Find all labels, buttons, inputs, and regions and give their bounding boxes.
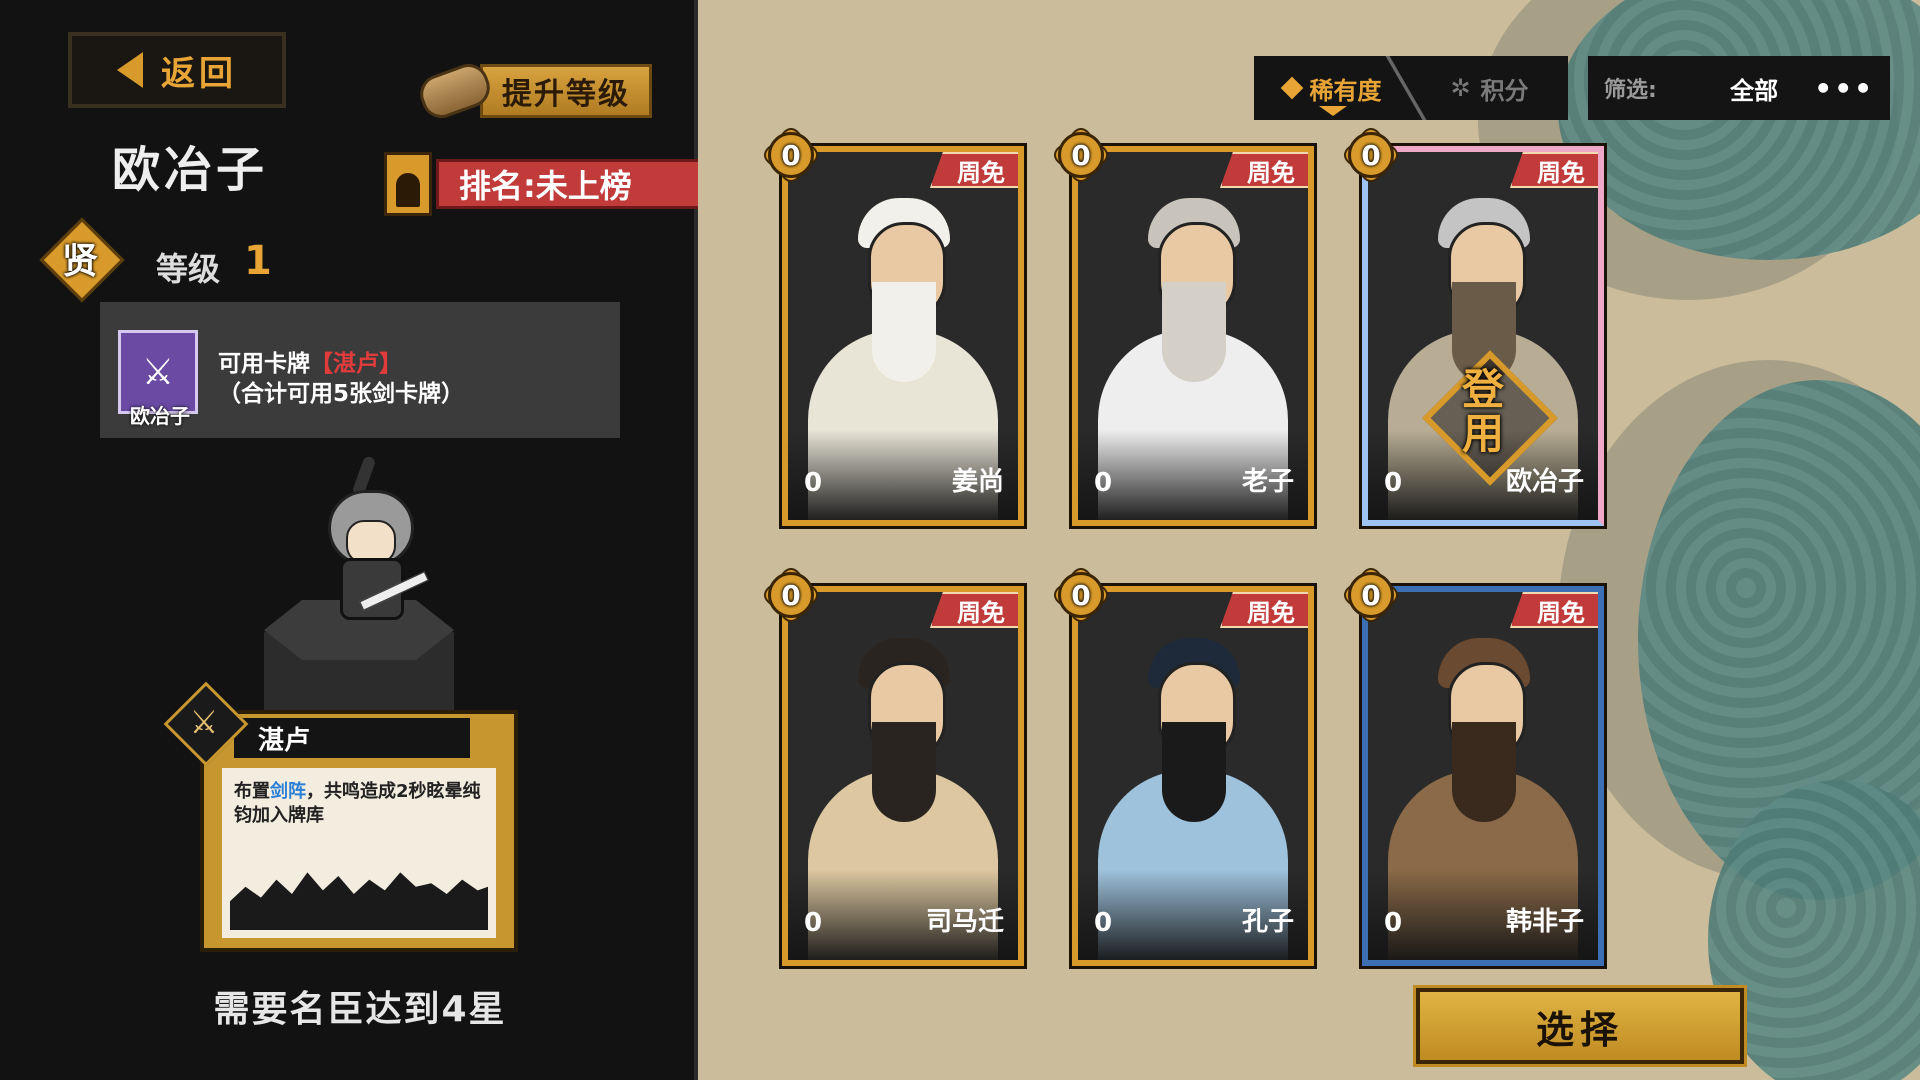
requirement-text: 需要名臣达到4星 (213, 989, 507, 1030)
card-count: 0 (1384, 468, 1403, 498)
back-label: 返回 (161, 53, 237, 94)
hero-card[interactable]: 周免 0 欧冶子 登用 (1359, 143, 1607, 529)
skill-title: 湛卢 (234, 718, 470, 758)
skill-desc-highlight: 剑阵 (270, 781, 306, 802)
card-info-line2: （合计可用5张剑卡牌） (218, 381, 465, 407)
tier-label: 贤 (61, 241, 98, 282)
skill-card: 湛卢 布置剑阵，共鸣造成2秒眩晕纯钧加入牌库 (200, 710, 518, 952)
card-info-line1: 可用卡牌【湛卢】 (218, 344, 402, 378)
tab-points[interactable]: ✲ 积分 (1411, 56, 1568, 120)
star-level-value: 0 (1071, 578, 1091, 612)
hero-name: 欧冶子 (111, 142, 268, 198)
sword-array-illustration (230, 872, 488, 930)
back-button[interactable]: 返回 (68, 32, 286, 108)
tab-points-label: 积分 (1480, 76, 1529, 105)
rank-badge: 排名:未上榜 (384, 152, 706, 216)
diamond-icon (1280, 76, 1303, 100)
hero-detail-panel: 返回 提升等级 欧冶子 排名:未上榜 贤 等级 1 ⚔ 欧冶子 可用卡牌【湛卢】… (0, 0, 706, 1080)
in-use-label-2: 用 (1461, 409, 1504, 458)
card-count: 0 (1094, 468, 1113, 498)
star-level-badge: 0 (1054, 568, 1108, 622)
star-level-value: 0 (1361, 578, 1381, 612)
card-count: 0 (804, 908, 823, 938)
upgrade-level-button[interactable]: 提升等级 (414, 58, 652, 124)
weekly-free-tag: 周免 (1220, 592, 1308, 628)
skill-description: 布置剑阵，共鸣造成2秒眩晕纯钧加入牌库 (234, 780, 490, 828)
card-name: 老子 (1241, 467, 1294, 497)
card-count: 0 (804, 468, 823, 498)
card-name: 韩非子 (1505, 907, 1584, 937)
card-name: 姜尚 (951, 467, 1004, 497)
upgrade-level-label: 提升等级 (480, 64, 652, 118)
level-value: 1 (244, 238, 272, 284)
star-level-value: 0 (1071, 138, 1091, 172)
filter-value: 全部 (1730, 76, 1779, 105)
hero-card[interactable]: 周免 0 孔子 (1069, 583, 1317, 969)
in-use-label-1: 登 (1461, 365, 1504, 414)
card-count: 0 (1094, 908, 1113, 938)
star-level-badge: 0 (764, 568, 818, 622)
weekly-free-tag: 周免 (930, 592, 1018, 628)
star-level-value: 0 (781, 138, 801, 172)
weekly-free-tag: 周免 (1510, 152, 1598, 188)
skill-body: 布置剑阵，共鸣造成2秒眩晕纯钧加入牌库 (222, 768, 496, 938)
more-icon[interactable]: ••• (1814, 72, 1874, 105)
filter-label: 筛选: (1604, 78, 1657, 103)
hero-card[interactable]: 周免 0 司马迁 (779, 583, 1027, 969)
star-level-value: 0 (1361, 138, 1381, 172)
hero-card[interactable]: 周免 0 韩非子 (1359, 583, 1607, 969)
in-use-badge: 登用 (1418, 350, 1558, 486)
star-level-badge: 0 (1344, 128, 1398, 182)
available-card-info: ⚔ 欧冶子 可用卡牌【湛卢】 （合计可用5张剑卡牌） (100, 302, 620, 438)
rank-person-icon (384, 152, 432, 216)
tab-rarity[interactable]: 稀有度 (1254, 56, 1411, 120)
skill-emblem: ⚔ (163, 681, 249, 767)
filter-dropdown[interactable]: 筛选: 全部 ••• (1588, 56, 1890, 120)
skill-desc-prefix: 布置 (234, 781, 270, 802)
sort-tabs: 稀有度 ✲ 积分 (1254, 56, 1568, 120)
star-level-badge: 0 (764, 128, 818, 182)
select-button[interactable]: 选择 (1413, 985, 1747, 1067)
card-name: 孔子 (1241, 907, 1294, 937)
tier-badge: 贤 (39, 217, 125, 303)
flower-icon: ✲ (1450, 74, 1471, 102)
card-name: 司马迁 (925, 907, 1004, 937)
weekly-free-tag: 周免 (1220, 152, 1308, 188)
tab-rarity-label: 稀有度 (1309, 76, 1382, 105)
hero-card[interactable]: 周免 0 姜尚 (779, 143, 1027, 529)
weekly-free-tag: 周免 (1510, 592, 1598, 628)
sword-bundle-icon: ⚔ (189, 703, 219, 741)
star-level-badge: 0 (1054, 128, 1108, 182)
chevron-left-icon (117, 52, 143, 88)
card-count: 0 (1384, 908, 1403, 938)
hero-chibi-avatar (318, 450, 429, 630)
level-label: 等级 (156, 250, 221, 288)
weekly-free-tag: 周免 (930, 152, 1018, 188)
rank-label: 排名:未上榜 (436, 159, 706, 209)
caret-down-icon (1318, 106, 1347, 116)
card-icon-caption: 欧冶子 (130, 404, 190, 428)
star-level-value: 0 (781, 578, 801, 612)
hero-card[interactable]: 周免 0 老子 (1069, 143, 1317, 529)
star-level-badge: 0 (1344, 568, 1398, 622)
